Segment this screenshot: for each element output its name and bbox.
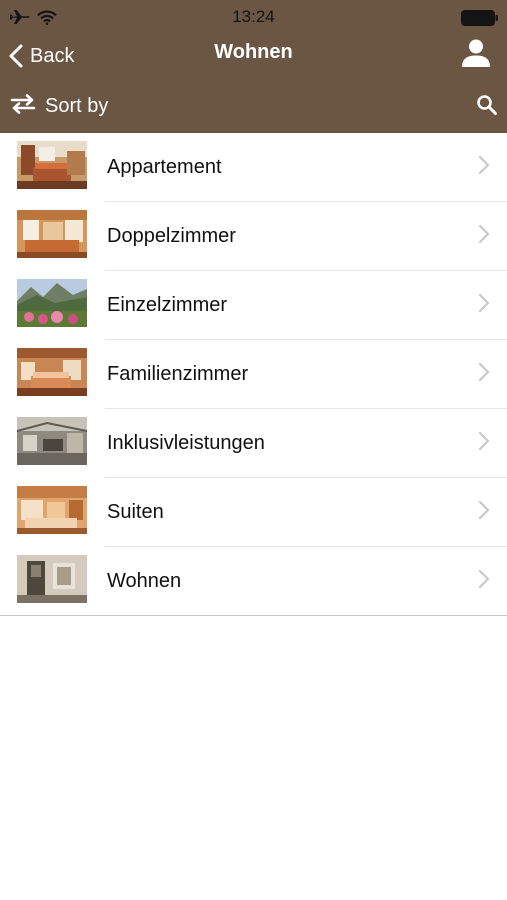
item-label: Appartement: [107, 156, 222, 178]
app-screen: 13:24 Back Wohnen Sort by Appartement Do…: [0, 0, 507, 900]
thumbnail-image: [17, 417, 87, 465]
thumbnail-image: [17, 210, 87, 258]
list-item-inklusivleistungen[interactable]: Inklusivleistungen: [0, 409, 507, 478]
chevron-right-icon: [478, 500, 490, 520]
chevron-right-icon: [478, 224, 490, 244]
item-label: Einzelzimmer: [107, 294, 228, 316]
list-item-wohnen[interactable]: Wohnen: [0, 547, 507, 616]
search-icon: [476, 95, 498, 120]
thumbnail-image: [17, 486, 87, 534]
list-item-einzelzimmer[interactable]: Einzelzimmer: [0, 271, 507, 340]
list-item-doppelzimmer[interactable]: Doppelzimmer: [0, 202, 507, 271]
chevron-right-icon: [478, 293, 490, 313]
list-item-suiten[interactable]: Suiten: [0, 478, 507, 547]
thumbnail-image: [17, 141, 87, 189]
status-bar: 13:24: [0, 0, 507, 34]
chevron-right-icon: [478, 362, 490, 382]
header-background: 13:24 Back Wohnen Sort by: [0, 0, 507, 133]
search-button[interactable]: [476, 94, 498, 116]
navigation-bar: Back Wohnen: [0, 34, 507, 78]
item-label: Suiten: [107, 501, 164, 523]
thumbnail-image: [17, 555, 87, 603]
chevron-right-icon: [478, 155, 490, 175]
item-label: Doppelzimmer: [107, 225, 236, 247]
chevron-right-icon: [478, 431, 490, 451]
item-label: Inklusivleistungen: [107, 432, 265, 454]
thumbnail-image: [17, 348, 87, 396]
sort-toolbar: Sort by: [0, 80, 507, 133]
chevron-right-icon: [478, 569, 490, 589]
battery-icon: [461, 10, 499, 31]
sort-label: Sort by: [45, 94, 109, 117]
list-item-familienzimmer[interactable]: Familienzimmer: [0, 340, 507, 409]
profile-button[interactable]: [458, 36, 494, 72]
room-category-list: Appartement Doppelzimmer Einzelzimmer Fa…: [0, 133, 507, 616]
item-label: Familienzimmer: [107, 363, 249, 385]
swap-arrows-icon: [10, 93, 36, 119]
person-icon: [458, 39, 494, 76]
item-label: Wohnen: [107, 570, 182, 592]
thumbnail-image: [17, 279, 87, 327]
list-item-appartement[interactable]: Appartement: [0, 133, 507, 202]
status-time: 13:24: [232, 7, 275, 26]
page-title: Wohnen: [214, 41, 293, 63]
sort-button[interactable]: Sort by: [10, 92, 108, 120]
